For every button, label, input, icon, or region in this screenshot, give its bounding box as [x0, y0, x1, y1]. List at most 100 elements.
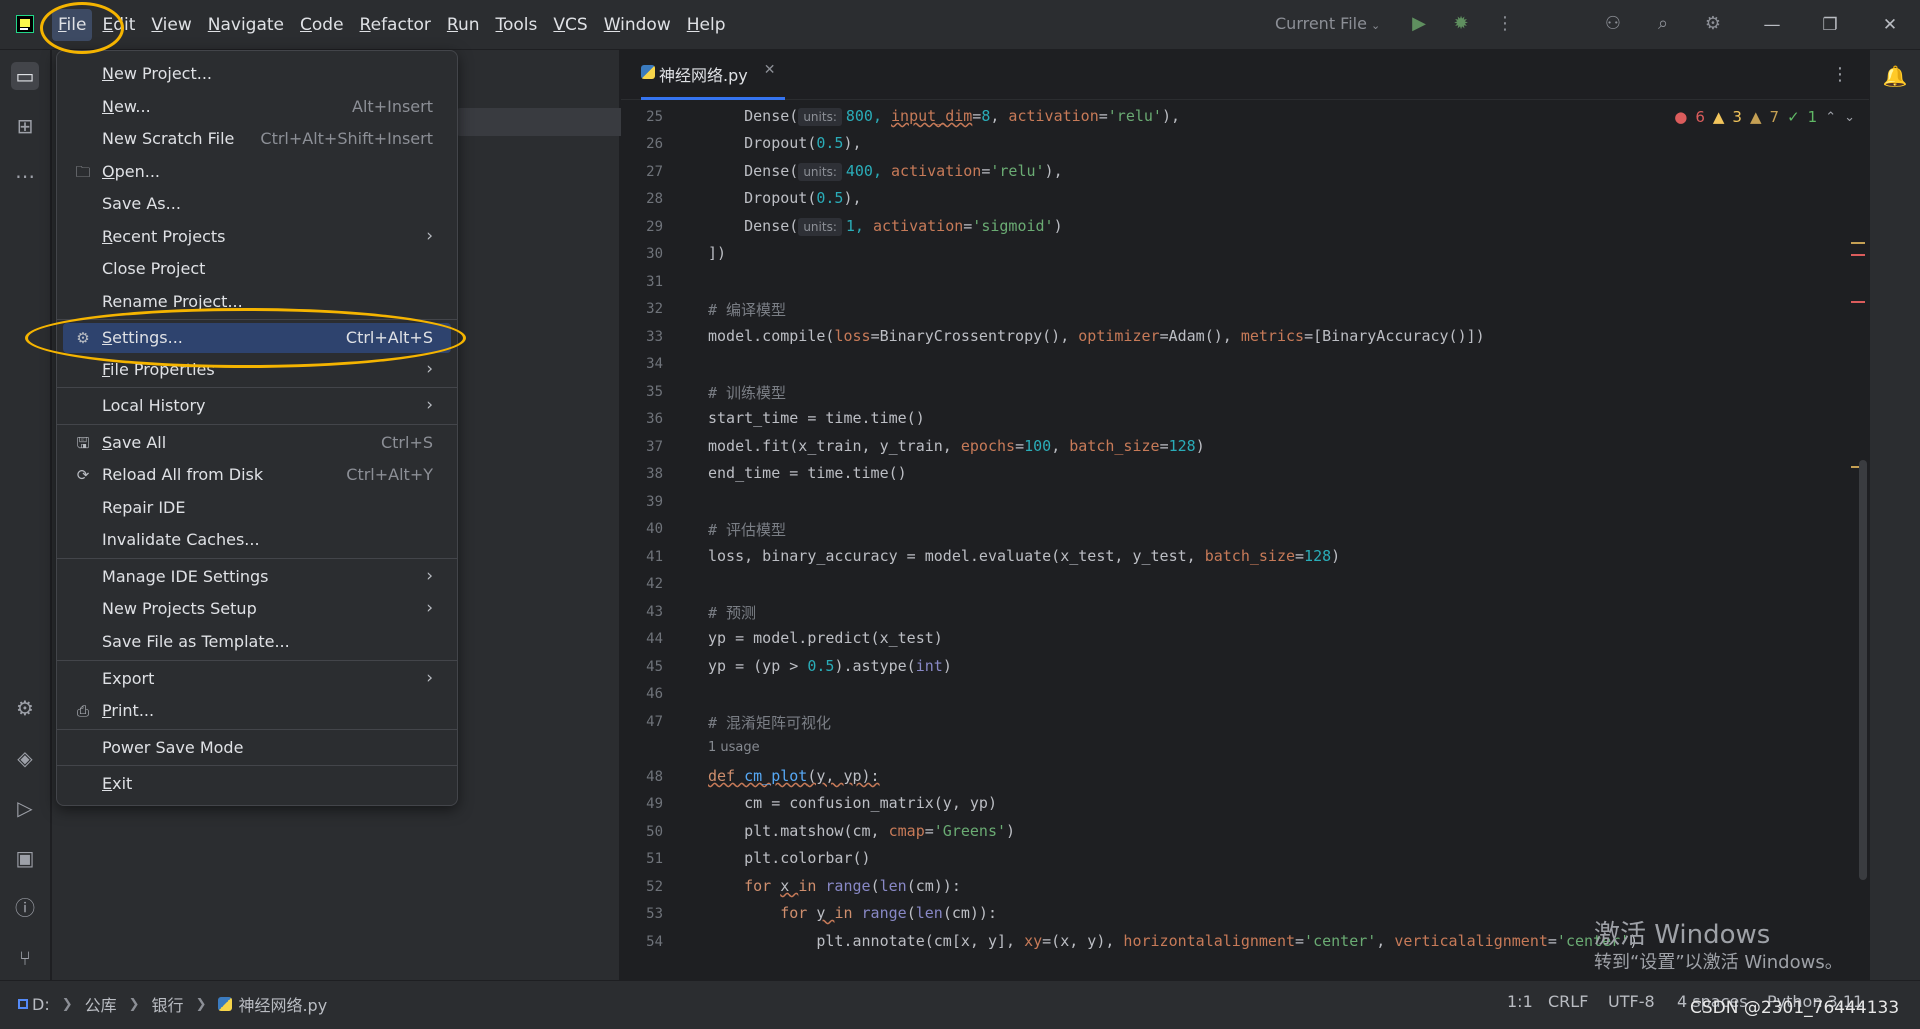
close-tab-icon[interactable]: ✕: [764, 62, 776, 78]
menu-help[interactable]: Help: [681, 9, 732, 41]
chevron-right-icon: ›: [426, 359, 433, 379]
status-bar: D: ❯ 公库 ❯ 银行 ❯ 神经网络.py 1:1 CRLF UTF-8 4 …: [0, 980, 1920, 1029]
search-icon[interactable]: ⌕: [1652, 13, 1674, 35]
menu-navigate[interactable]: Navigate: [202, 9, 290, 41]
notifications-icon[interactable]: 🔔: [1881, 62, 1909, 90]
menu-item-print[interactable]: ⎙ Print...: [63, 696, 451, 726]
inlay-hint: units:: [798, 108, 842, 126]
menu-item-reload-all[interactable]: ⟳ Reload All from Disk Ctrl+Alt+Y: [63, 460, 451, 490]
layers-icon[interactable]: ◈: [11, 744, 39, 772]
more-icon[interactable]: ⋮: [1494, 13, 1516, 35]
more-tools-icon[interactable]: ⋯: [11, 162, 39, 190]
menu-item-save-file-as-template[interactable]: Save File as Template...: [63, 627, 451, 657]
line-number: 44: [646, 631, 663, 647]
caret-position[interactable]: 1:1: [1507, 992, 1533, 1011]
menu-item-recent-projects[interactable]: Recent Projects ›: [63, 222, 451, 252]
line-separator[interactable]: CRLF: [1548, 992, 1588, 1011]
code-line: plt.colorbar(): [708, 849, 871, 867]
csdn-watermark: CSDN @2301_76444133: [1690, 998, 1900, 1018]
code-line: yp = model.predict(x_test): [708, 629, 943, 647]
menu-item-save-as[interactable]: Save As...: [63, 189, 451, 219]
line-number: 26: [646, 136, 663, 152]
services-icon[interactable]: ▷: [11, 794, 39, 822]
menu-run[interactable]: Run: [441, 9, 486, 41]
menu-item-new-project[interactable]: New Project...: [63, 59, 451, 89]
line-number: 48: [646, 769, 663, 785]
structure-icon[interactable]: ⊞: [11, 112, 39, 140]
breadcrumb-item[interactable]: D:: [32, 995, 50, 1014]
menu-window[interactable]: Window: [598, 9, 677, 41]
run-configuration-selector[interactable]: Current File ⌄: [1275, 14, 1380, 33]
usage-hint[interactable]: 1 usage: [708, 740, 760, 755]
line-number: 35: [646, 384, 663, 400]
menu-separator: [57, 660, 457, 661]
terminal-icon[interactable]: ▣: [11, 844, 39, 872]
chevron-right-icon: ›: [426, 668, 433, 688]
error-marker[interactable]: [1851, 254, 1865, 256]
breadcrumb-item[interactable]: 公库: [85, 992, 117, 1016]
editor-tab[interactable]: 神经网络.py ✕: [641, 62, 786, 100]
menu-item-repair-ide[interactable]: Repair IDE: [63, 493, 451, 523]
menu-item-export[interactable]: Export ›: [63, 664, 451, 694]
pycharm-logo-icon[interactable]: [16, 15, 34, 33]
code-comment: # 预测: [708, 604, 757, 622]
menu-item-invalidate-caches[interactable]: Invalidate Caches...: [63, 525, 451, 555]
menu-item-power-save-mode[interactable]: Power Save Mode: [63, 733, 451, 763]
code-editor[interactable]: Dense(units: 800, input_dim=8, activation…: [708, 100, 1848, 980]
folder-icon: 🗀: [75, 163, 91, 181]
python-console-icon[interactable]: ⚙: [11, 694, 39, 722]
chevron-right-icon: ›: [426, 395, 433, 415]
close-icon[interactable]: ✕: [1876, 11, 1904, 39]
menu-item-new[interactable]: New... Alt+Insert: [63, 92, 451, 122]
menu-item-close-project[interactable]: Close Project: [63, 254, 451, 284]
breadcrumb-item[interactable]: 银行: [152, 992, 184, 1016]
menu-tools[interactable]: Tools: [490, 9, 544, 41]
add-user-icon[interactable]: ⚇: [1602, 13, 1624, 35]
editor-scrollbar[interactable]: [1845, 100, 1869, 980]
activate-windows-subtext: 转到“设置”以激活 Windows。: [1594, 952, 1843, 973]
file-encoding[interactable]: UTF-8: [1608, 992, 1655, 1011]
menu-code[interactable]: Code: [294, 9, 350, 41]
menu-separator: [57, 424, 457, 425]
menu-item-new-projects-setup[interactable]: New Projects Setup ›: [63, 594, 451, 624]
menu-separator: [57, 387, 457, 388]
code-line: yp = (yp > 0.5).astype(int): [708, 657, 952, 675]
chevron-right-icon: ❯: [61, 996, 73, 1012]
menu-item-save-all[interactable]: 🖫 Save All Ctrl+S: [63, 428, 451, 458]
menu-view[interactable]: View: [145, 9, 197, 41]
debug-icon[interactable]: ✹: [1450, 13, 1472, 35]
git-icon[interactable]: ⑂: [11, 944, 39, 972]
activate-windows-watermark: 激活 Windows: [1594, 920, 1771, 950]
more-icon[interactable]: ⋮: [1831, 64, 1849, 85]
line-number-gutter: 25 26 27 28 29 30 31 32 33 34 35 36 37 3…: [621, 100, 705, 980]
problems-icon[interactable]: ⓘ: [11, 894, 39, 922]
menu-item-open[interactable]: 🗀 Open...: [63, 157, 451, 187]
chevron-right-icon: ❯: [128, 996, 140, 1012]
menu-item-local-history[interactable]: Local History ›: [63, 391, 451, 421]
menu-refactor[interactable]: Refactor: [354, 9, 437, 41]
warning-marker[interactable]: [1851, 242, 1865, 244]
minimize-icon[interactable]: —: [1758, 11, 1786, 39]
code-line: loss, binary_accuracy = model.evaluate(x…: [708, 547, 1341, 565]
settings-icon[interactable]: ⚙: [1702, 13, 1724, 35]
menu-vcs[interactable]: VCS: [547, 9, 593, 41]
line-number: 31: [646, 274, 663, 290]
menu-separator: [57, 558, 457, 559]
line-number: 42: [646, 576, 663, 592]
run-config-label: Current File: [1275, 14, 1367, 33]
project-folder-icon[interactable]: ▭: [11, 62, 39, 90]
restore-icon[interactable]: ❐: [1816, 11, 1844, 39]
scrollbar-thumb[interactable]: [1859, 460, 1867, 880]
line-number: 49: [646, 796, 663, 812]
menu-item-exit[interactable]: Exit: [63, 769, 451, 799]
file-menu-dropdown: New Project... New... Alt+Insert New Scra…: [56, 50, 458, 806]
tab-label: 神经网络.py: [659, 66, 748, 85]
breadcrumb-item[interactable]: 神经网络.py: [238, 992, 327, 1016]
run-icon[interactable]: ▶: [1408, 13, 1430, 35]
title-bar: File Edit View Navigate Code Refactor Ru…: [0, 0, 1920, 50]
code-comment: # 评估模型: [708, 521, 787, 539]
menu-item-manage-ide-settings[interactable]: Manage IDE Settings ›: [63, 562, 451, 592]
menu-item-new-scratch-file[interactable]: New Scratch File Ctrl+Alt+Shift+Insert: [63, 124, 451, 154]
error-marker[interactable]: [1851, 301, 1865, 303]
line-number: 46: [646, 686, 663, 702]
